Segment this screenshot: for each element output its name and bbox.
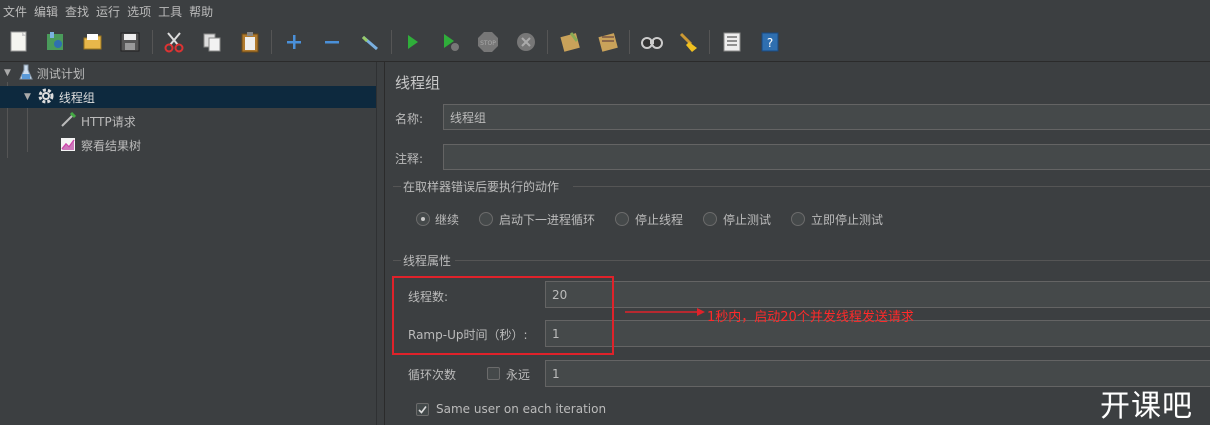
- svg-text:?: ?: [767, 36, 773, 50]
- clear-icon[interactable]: [557, 29, 583, 55]
- radio-stop-thread-label: 停止线程: [635, 213, 684, 227]
- expand-arrow-icon[interactable]: ▼: [4, 68, 11, 78]
- thread-props-title: 线程属性: [403, 254, 452, 268]
- menu-run[interactable]: 运行: [96, 3, 120, 20]
- threads-field[interactable]: 20: [545, 281, 1210, 308]
- toolbar: STOP ?: [0, 22, 1210, 62]
- tree-item-test-plan[interactable]: ▼ 测试计划: [0, 62, 376, 84]
- help-icon[interactable]: ?: [757, 29, 783, 55]
- expand-arrow-icon[interactable]: ▼: [24, 92, 31, 102]
- reset-search-icon[interactable]: [675, 29, 701, 55]
- radio-stop-test[interactable]: [703, 212, 717, 226]
- menu-file[interactable]: 文件: [3, 3, 27, 20]
- comment-field[interactable]: [443, 144, 1210, 170]
- menu-bar: 文件 编辑 查找 运行 选项 工具 帮助: [0, 0, 1210, 22]
- menu-tools[interactable]: 工具: [158, 3, 182, 20]
- watermark: 开课吧: [1100, 389, 1193, 424]
- error-action-title: 在取样器错误后要执行的动作: [403, 180, 560, 194]
- tree-item-http-request[interactable]: HTTP请求: [0, 110, 376, 132]
- tree-label-thread-group: 线程组: [58, 90, 95, 105]
- flask-icon: [19, 64, 33, 83]
- name-field[interactable]: 线程组: [443, 104, 1210, 130]
- new-icon[interactable]: [6, 29, 32, 55]
- cut-icon[interactable]: [161, 29, 187, 55]
- annotation-highlight-box: [392, 276, 614, 355]
- tree-label-test-plan: 测试计划: [36, 66, 85, 81]
- start-icon[interactable]: [399, 29, 425, 55]
- forever-label: 永远: [506, 368, 531, 382]
- pipette-icon: [60, 111, 77, 131]
- clear-all-icon[interactable]: [595, 29, 621, 55]
- open-icon[interactable]: [80, 29, 106, 55]
- loop-label: 循环次数: [408, 368, 457, 382]
- radio-continue-label: 继续: [435, 213, 460, 227]
- menu-search[interactable]: 查找: [65, 3, 89, 20]
- paste-icon[interactable]: [237, 29, 263, 55]
- svg-text:STOP: STOP: [480, 40, 496, 47]
- check-icon: [418, 406, 427, 414]
- stop-icon[interactable]: STOP: [475, 29, 501, 55]
- menu-edit[interactable]: 编辑: [34, 3, 58, 20]
- menu-options[interactable]: 选项: [127, 3, 151, 20]
- shutdown-icon[interactable]: [513, 29, 539, 55]
- name-label: 名称:: [395, 112, 424, 126]
- same-user-checkbox[interactable]: [416, 403, 429, 416]
- radio-stop-test-now[interactable]: [791, 212, 805, 226]
- tree-label-http-request: HTTP请求: [81, 114, 136, 129]
- tree-label-result-tree: 察看结果树: [81, 138, 142, 153]
- radio-continue[interactable]: [416, 212, 430, 226]
- copy-icon[interactable]: [199, 29, 225, 55]
- search-icon[interactable]: [639, 29, 665, 55]
- panel-title: 线程组: [395, 74, 441, 92]
- templates-icon[interactable]: [42, 29, 68, 55]
- test-plan-tree: ▼ 测试计划 ▼ 线程组 HTTP请求 察看结果树: [0, 62, 376, 425]
- forever-checkbox[interactable]: [487, 367, 500, 380]
- radio-start-next-loop[interactable]: [479, 212, 493, 226]
- thread-group-panel: 线程组 名称: 线程组 注释: 在取样器错误后要执行的动作 继续 启动下一进程循…: [384, 62, 1210, 425]
- toggle-icon[interactable]: [357, 29, 383, 55]
- annotation-note: 1秒内，启动20个并发线程发送请求: [707, 310, 914, 325]
- expand-icon[interactable]: [281, 29, 307, 55]
- radio-start-next-loop-label: 启动下一进程循环: [499, 213, 596, 227]
- radio-stop-test-label: 停止测试: [723, 213, 772, 227]
- start-no-pause-icon[interactable]: [437, 29, 463, 55]
- save-icon[interactable]: [117, 29, 143, 55]
- comment-label: 注释:: [395, 152, 424, 166]
- function-helper-icon[interactable]: [719, 29, 745, 55]
- annotation-arrow-icon: [625, 308, 705, 316]
- radio-stop-test-now-label: 立即停止测试: [811, 213, 884, 227]
- radio-stop-thread[interactable]: [615, 212, 629, 226]
- splitter[interactable]: [376, 62, 384, 425]
- tree-item-thread-group[interactable]: ▼ 线程组: [0, 86, 376, 108]
- chart-icon: [60, 136, 76, 155]
- gear-icon: [37, 87, 55, 108]
- menu-help[interactable]: 帮助: [189, 3, 213, 20]
- tree-item-result-tree[interactable]: 察看结果树: [0, 134, 376, 156]
- collapse-icon[interactable]: [319, 29, 345, 55]
- same-user-label: Same user on each iteration: [436, 402, 607, 416]
